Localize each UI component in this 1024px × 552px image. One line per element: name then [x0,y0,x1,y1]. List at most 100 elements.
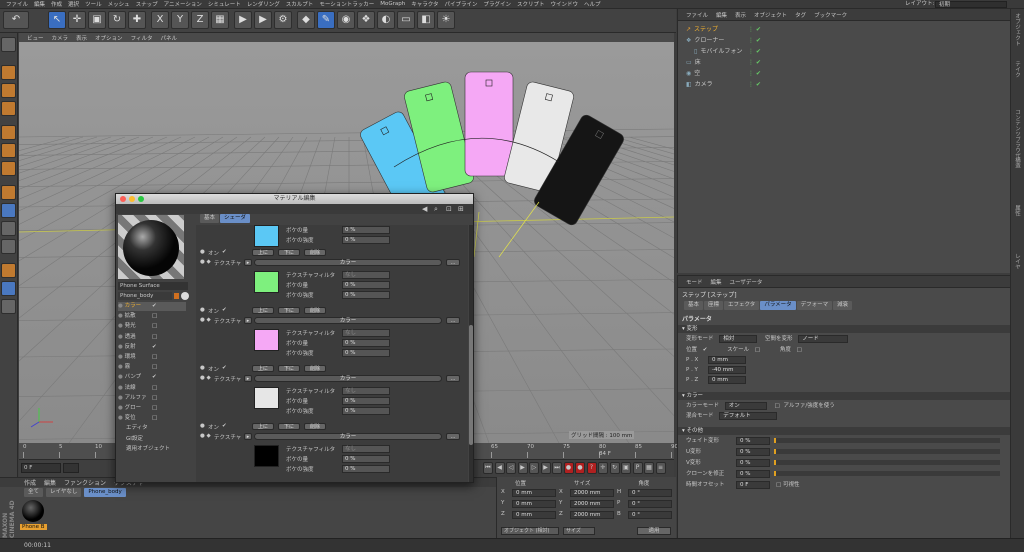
attr-menu-item[interactable]: 編集 [711,278,722,286]
layer-color-swatch[interactable] [254,329,279,351]
pla-key-icon[interactable]: ▦ [644,462,654,474]
visibility-dots[interactable]: ⋮ ✔ [748,25,761,35]
other-field[interactable]: 0 % [736,459,770,467]
layer-delete-button[interactable]: 削除 [304,365,326,372]
close-button[interactable] [120,196,126,202]
edges-mode-icon[interactable] [1,143,16,158]
layer-delete-button[interactable]: 削除 [304,423,326,430]
material-channel[interactable]: ● 環境 □ [118,353,186,362]
material-preview[interactable] [118,215,184,279]
menu-item[interactable]: プラグイン [484,0,512,8]
layer-up-button[interactable]: 上に [252,307,274,314]
layer-on-checkbox[interactable]: ✔ [222,307,227,313]
side-tab[interactable]: 構造 [1013,157,1021,168]
other-field[interactable]: 0 F [736,481,770,489]
coord-field[interactable]: 0 mm [512,511,556,519]
channel-checkbox[interactable]: □ [152,414,157,423]
attr-tab[interactable]: デフォーマ [796,301,833,310]
material-thumb[interactable] [22,500,44,522]
material-menu-item[interactable]: ファンクション [64,478,106,487]
layer-color-swatch[interactable] [254,271,279,293]
side-tab[interactable]: オブジェクト [1013,13,1021,46]
menu-item[interactable]: レンダリング [247,0,280,8]
lock-icon[interactable]: ⊡ [446,205,452,213]
layer-up-button[interactable]: 上に [252,365,274,372]
visible-checkbox[interactable]: □ [776,482,783,488]
render-picture-viewer-icon[interactable]: ▶ [254,11,272,29]
attr-menu-item[interactable]: ユーザデータ [730,278,763,286]
dialog-tab[interactable]: シェーダ [220,214,251,223]
goto-end-icon[interactable]: ⏭ [552,462,562,474]
layer-on-checkbox[interactable]: ✔ [222,365,227,371]
menu-item[interactable]: スナップ [136,0,158,8]
bokeh-amount-field[interactable]: 0 % [342,339,390,347]
tweak-mode-icon[interactable] [1,203,16,218]
object-row[interactable]: ◧ カメラ ⋮ ✔ [682,80,1002,90]
x-axis-icon[interactable]: X [151,11,169,29]
coord-mode-select[interactable]: オブジェクト (相対) [501,527,559,535]
bokeh-amount-field[interactable]: 0 % [342,455,390,463]
record-icon[interactable]: ● [563,462,574,474]
size-mode-select[interactable]: サイズ [563,527,595,535]
side-tab[interactable]: 属性 [1013,205,1021,216]
material-channel[interactable]: ● カラー ✔ [118,302,186,311]
layer-down-button[interactable]: 下に [278,307,300,314]
texture-arrow-button[interactable]: ▸ [244,317,252,324]
channel-checkbox[interactable]: ✔ [152,373,157,382]
cube-icon[interactable]: ◆ [297,11,315,29]
attr-tab[interactable]: エフェクタ [724,301,760,310]
material-channel[interactable]: ● 透過 □ [118,333,186,342]
attr-tab[interactable]: パラメータ [760,301,796,310]
object-row[interactable]: ▭ 床 ⋮ ✔ [682,58,1002,68]
texture-arrow-button[interactable]: ▸ [244,259,252,266]
make-editable-icon[interactable] [1,37,16,52]
subdivision-icon[interactable]: ◉ [337,11,355,29]
material-channel[interactable]: ● 発光 □ [118,322,186,331]
scale-key-icon[interactable]: ▣ [621,462,631,474]
soft-selection-icon[interactable] [1,239,16,254]
layout-select[interactable]: 初期 [935,1,1007,8]
scale-icon[interactable]: ▣ [88,11,106,29]
layer-on-toggle[interactable]: ● [200,249,205,255]
points-mode-icon[interactable] [1,125,16,140]
material-channel[interactable]: ● バンプ ✔ [118,373,186,382]
blend-mode-select[interactable]: デフォルト [719,412,778,420]
material-channel[interactable]: GI設定 [118,435,186,444]
viewport-menu-item[interactable]: ビュー [27,34,44,42]
px-field[interactable]: 0 mm [708,356,746,364]
texture-filter-select[interactable]: なし [342,271,390,279]
other-slider[interactable] [774,438,1000,443]
quantize-icon[interactable] [1,299,16,314]
z-axis-icon[interactable]: Z [191,11,209,29]
channel-checkbox[interactable]: □ [152,384,157,393]
prev-frame-icon[interactable]: ◁ [506,462,516,474]
keyframe-selection-icon[interactable]: ? [586,462,597,474]
object-row[interactable]: ◉ 空 ⋮ ✔ [682,69,1002,79]
side-tab[interactable]: コンテンツブラウザ [1013,109,1021,159]
coord-system-icon[interactable]: ▦ [211,11,229,29]
coord-field[interactable]: 0 ° [628,511,672,519]
texture-arrow-button[interactable]: ▸ [244,375,252,382]
menu-item[interactable]: 編集 [34,0,45,8]
texture-more-button[interactable]: ... [446,433,460,440]
other-field[interactable]: 0 % [736,470,770,478]
dialog-tab[interactable]: 基本 [200,214,220,223]
viewport-menu-item[interactable]: カメラ [52,34,69,42]
attr-tab[interactable]: 減衰 [833,301,853,310]
object-menu-item[interactable]: 編集 [716,11,727,19]
polygons-mode-icon[interactable] [1,161,16,176]
texture-shader-slot[interactable]: カラー [254,433,442,440]
model-mode-icon[interactable] [1,65,16,80]
floor-icon[interactable]: ▭ [397,11,415,29]
visibility-dots[interactable]: ⋮ ✔ [748,58,761,68]
workplane-icon[interactable] [1,101,16,116]
current-frame-field[interactable]: 0 F [21,463,61,473]
material-tag-field[interactable]: Phone_body [118,292,172,300]
move-icon[interactable]: ✛ [68,11,86,29]
side-tab[interactable]: テイク [1013,61,1021,78]
layer-on-toggle[interactable]: ● [200,423,205,429]
other-slider[interactable] [774,460,1000,465]
locked-workplane-icon[interactable] [1,263,16,278]
coord-field[interactable]: 2000 mm [570,500,614,508]
planar-workplane-icon[interactable] [1,281,16,296]
